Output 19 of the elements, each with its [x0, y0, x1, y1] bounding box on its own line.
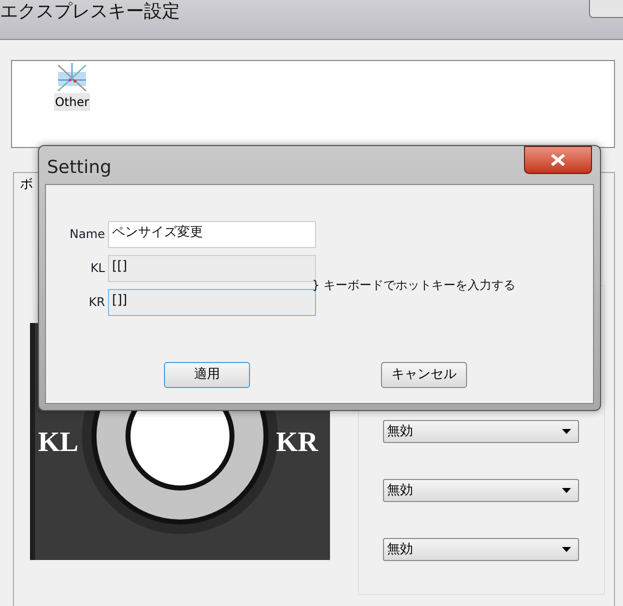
- dialog-button[interactable]: 適用: [164, 362, 250, 388]
- group-label: ボ: [20, 176, 33, 194]
- field-label: KL: [89, 260, 106, 277]
- window-title: エクスプレスキー設定: [0, 0, 180, 24]
- caret-icon: [562, 547, 571, 552]
- app-item[interactable]: Other: [54, 63, 90, 147]
- dialog-title: Setting: [47, 156, 112, 180]
- app-label: Other: [54, 93, 90, 111]
- field-label: KR: [88, 294, 106, 311]
- field-label: Name: [68, 226, 106, 243]
- dropdown[interactable]: 無効: [383, 479, 579, 502]
- caret-icon: [562, 488, 571, 493]
- caret-icon: [562, 429, 571, 434]
- input-field[interactable]: ペンサイズ変更: [108, 220, 316, 248]
- pen-sparkle-icon: [56, 63, 88, 93]
- dialog-button[interactable]: キャンセル: [381, 362, 467, 388]
- dropdown[interactable]: 無効: [383, 420, 579, 443]
- dropdown[interactable]: 無効: [383, 538, 579, 561]
- close-icon: [550, 154, 566, 166]
